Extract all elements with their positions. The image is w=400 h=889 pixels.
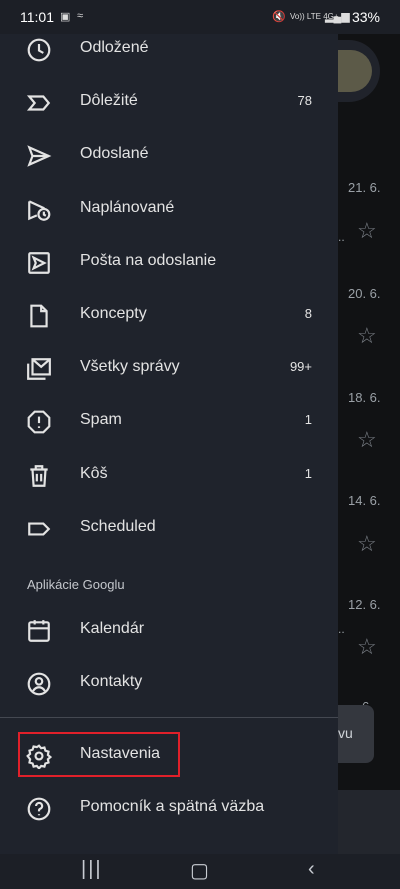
settings-highlight-box	[18, 732, 180, 777]
recent-apps-icon[interactable]: |||	[81, 858, 103, 881]
email-date: 20. 6.	[348, 286, 381, 301]
drawer-item-label: Naplánované	[80, 199, 175, 216]
snackbar-text: vu	[338, 725, 353, 741]
drawer-item-label: Dôležité	[80, 92, 138, 109]
calendar-icon	[25, 617, 53, 645]
drawer-item-important[interactable]: Dôležité 78	[0, 77, 338, 127]
drawer-item-count: 1	[304, 466, 312, 481]
important-label-icon	[25, 89, 53, 117]
drawer-item-label: Odoslané	[80, 145, 149, 162]
status-bar: 11:01 ▣ ≈ 🔇 Vo)) LTE 4G+ ▂▄▆ 33%	[0, 0, 400, 34]
drawer-item-all-mail[interactable]: Všetky správy 99+	[0, 343, 338, 393]
drawer-item-label: Koncepty	[80, 305, 147, 322]
email-date: 18. 6.	[348, 390, 381, 405]
trash-icon	[25, 462, 53, 490]
drawer-item-label-scheduled[interactable]: Scheduled	[0, 503, 338, 553]
drawer-item-label: Všetky správy	[80, 358, 180, 375]
drawer-item-contacts[interactable]: Kontakty	[0, 658, 338, 708]
contacts-icon	[25, 670, 53, 698]
drawer-item-sent[interactable]: Odoslané	[0, 130, 338, 180]
drawer-item-count: 1	[304, 412, 312, 427]
scheduled-send-icon	[25, 196, 53, 224]
drawer-item-label: Kalendár	[80, 620, 145, 637]
star-icon[interactable]: ☆	[357, 218, 377, 244]
send-icon	[25, 142, 53, 170]
outbox-icon	[25, 249, 53, 277]
mute-icon: 🔇	[272, 11, 286, 23]
drawer-item-calendar[interactable]: Kalendár	[0, 605, 338, 655]
drawer-item-label: Scheduled	[80, 518, 156, 535]
help-icon	[25, 795, 53, 823]
star-icon[interactable]: ☆	[357, 634, 377, 660]
star-icon[interactable]: ☆	[357, 323, 377, 349]
label-icon	[25, 515, 53, 543]
home-icon[interactable]: ▢	[190, 858, 209, 883]
snippet-ellipsis: ..	[338, 622, 345, 636]
drawer-item-outbox[interactable]: Pošta na odoslanie	[0, 237, 338, 287]
draft-file-icon	[25, 302, 53, 330]
drawer-item-label: Odložené	[80, 39, 149, 56]
drawer-item-scheduled[interactable]: Naplánované	[0, 184, 338, 234]
drawer-item-trash[interactable]: Kôš 1	[0, 450, 338, 500]
drawer-item-label: Pomocník a spätná väzba	[80, 798, 265, 815]
drawer-item-label: Kôš	[80, 465, 108, 482]
back-icon[interactable]: ‹	[308, 858, 315, 881]
drawer-item-count: 99+	[289, 359, 312, 374]
battery-level: 33%	[351, 9, 380, 25]
email-date: 21. 6.	[348, 180, 381, 195]
navigation-drawer: Odložené Dôležité 78 Odoslané Naplánovan…	[0, 34, 338, 854]
star-icon[interactable]: ☆	[357, 531, 377, 557]
email-date: 12. 6.	[348, 597, 381, 612]
data-saver-icon: ≈	[77, 10, 84, 22]
email-date: 14. 6.	[348, 493, 381, 508]
system-nav-bar: ||| ▢ ‹	[0, 854, 400, 889]
spam-icon	[25, 408, 53, 436]
drawer-item-help-feedback[interactable]: Pomocník a spätná väzba	[0, 783, 338, 833]
drawer-divider	[0, 717, 338, 718]
star-icon[interactable]: ☆	[357, 427, 377, 453]
section-title-google-apps: Aplikácie Googlu	[27, 577, 125, 592]
inbox-bottom-bar	[338, 790, 400, 854]
gallery-notification-icon: ▣	[60, 11, 71, 23]
drawer-item-snoozed[interactable]: Odložené	[0, 34, 338, 74]
all-mail-icon	[25, 355, 53, 383]
drawer-item-drafts[interactable]: Koncepty 8	[0, 290, 338, 340]
drawer-item-count: 8	[304, 306, 312, 321]
clock-icon	[25, 36, 53, 64]
drawer-item-spam[interactable]: Spam 1	[0, 396, 338, 446]
snackbar[interactable]: vu	[338, 705, 374, 763]
signal-icon: ▂▄▆	[325, 11, 350, 23]
snippet-ellipsis: ..	[338, 230, 345, 244]
drawer-item-label: Spam	[80, 411, 122, 428]
drawer-item-count: 78	[297, 93, 312, 108]
drawer-item-label: Pošta na odoslanie	[80, 252, 217, 269]
drawer-item-label: Kontakty	[80, 673, 143, 690]
status-time: 11:01	[20, 9, 54, 25]
